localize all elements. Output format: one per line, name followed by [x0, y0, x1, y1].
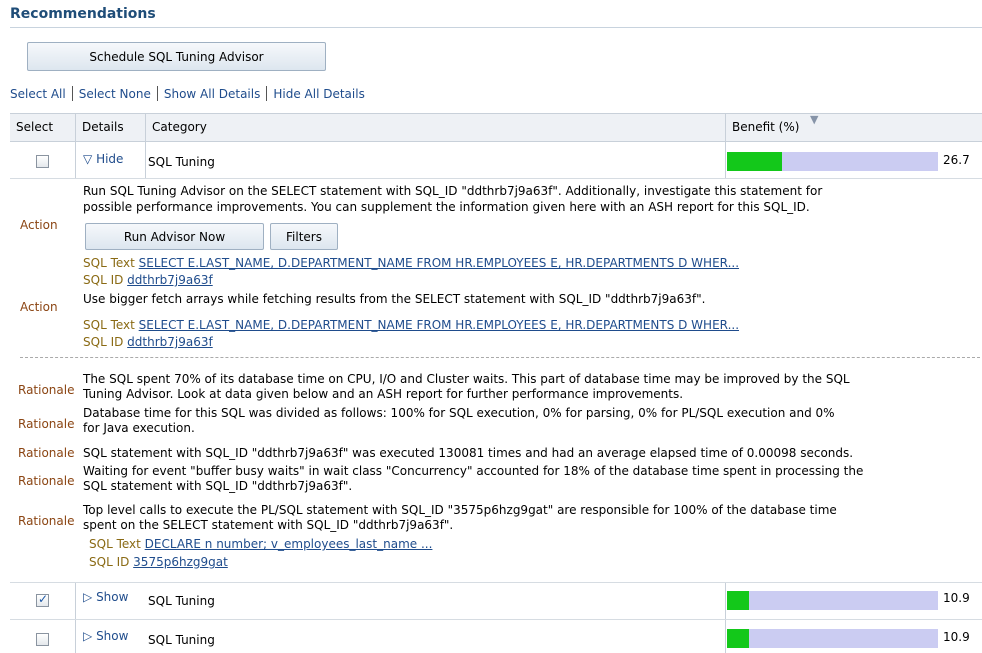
selection-links: Select All Select None Show All Details Hid…	[10, 86, 365, 101]
benefit-bar	[727, 152, 938, 171]
column-header-select[interactable]: Select	[10, 114, 76, 141]
section-title: Recommendations	[10, 6, 156, 22]
rationale-text: spent on the SELECT statement with SQL_I…	[83, 518, 454, 532]
rationale-text: The SQL spent 70% of its database time o…	[83, 372, 850, 386]
show-details-link: Show	[96, 629, 129, 643]
rationale-text: Waiting for event "buffer busy waits" in…	[83, 464, 864, 478]
benefit-bar-fill	[727, 629, 749, 648]
rationale-text: Top level calls to execute the PL/SQL st…	[83, 503, 837, 517]
divider	[145, 142, 146, 178]
rationale-text: SQL statement with SQL_ID "ddthrb7j9a63f…	[83, 479, 353, 493]
divider	[10, 582, 982, 583]
sql-id-row: SQL ID 3575p6hzg9gat	[89, 555, 228, 570]
details-toggle[interactable]: ▷ Show	[83, 590, 128, 604]
category-cell: SQL Tuning	[148, 633, 215, 647]
divider	[71, 86, 73, 101]
rationale-label: Rationale	[18, 514, 75, 528]
category-cell: SQL Tuning	[148, 594, 215, 608]
column-header-details[interactable]: Details	[76, 114, 146, 141]
expanded-arrow-icon: ▽	[83, 152, 93, 166]
details-toggle[interactable]: ▽ Hide	[83, 152, 123, 166]
sql-text-link[interactable]: SELECT E.LAST_NAME, D.DEPARTMENT_NAME FR…	[139, 318, 739, 332]
divider	[10, 178, 982, 179]
details-toggle[interactable]: ▷ Show	[83, 629, 128, 643]
rationale-label: Rationale	[18, 383, 75, 397]
sql-id-link[interactable]: 3575p6hzg9gat	[133, 555, 228, 569]
benefit-value: 10.9	[943, 630, 970, 644]
show-all-details-link[interactable]: Show All Details	[164, 87, 261, 101]
divider	[725, 583, 726, 653]
collapsed-arrow-icon: ▷	[83, 590, 93, 604]
run-advisor-now-button[interactable]: Run Advisor Now	[85, 223, 264, 250]
benefit-value: 10.9	[943, 591, 970, 605]
divider	[75, 583, 76, 653]
sql-text-link[interactable]: SELECT E.LAST_NAME, D.DEPARTMENT_NAME FR…	[139, 256, 739, 270]
rationale-label: Rationale	[18, 474, 75, 488]
row-select-checkbox[interactable]	[36, 592, 49, 607]
divider	[725, 142, 726, 178]
row-select-checkbox[interactable]	[36, 155, 49, 168]
table-header: Select Details Category Benefit (%) ▼	[10, 113, 982, 142]
divider	[75, 142, 76, 178]
sort-descending-icon: ▼	[810, 113, 819, 126]
sql-text-row: SQL Text SELECT E.LAST_NAME, D.DEPARTMEN…	[83, 256, 739, 271]
sql-id-row: SQL ID ddthrb7j9a63f	[83, 335, 213, 350]
column-header-benefit-label: Benefit (%)	[732, 120, 800, 134]
action-text: Use bigger fetch arrays while fetching r…	[83, 292, 706, 306]
sql-text-label: SQL Text	[89, 537, 141, 551]
divider	[10, 619, 982, 620]
sql-id-link[interactable]: ddthrb7j9a63f	[127, 273, 213, 287]
column-header-category[interactable]: Category	[146, 114, 726, 141]
sql-text-link[interactable]: DECLARE n number; v_employees_last_name …	[145, 537, 433, 551]
hide-all-details-link[interactable]: Hide All Details	[273, 87, 364, 101]
sql-text-label: SQL Text	[83, 318, 135, 332]
select-all-link[interactable]: Select All	[10, 87, 66, 101]
hide-details-link: Hide	[96, 152, 124, 166]
collapsed-arrow-icon: ▷	[83, 629, 93, 643]
divider	[20, 357, 980, 358]
sql-text-row: SQL Text DECLARE n number; v_employees_l…	[89, 537, 432, 552]
action-text: possible performance improvements. You c…	[83, 200, 810, 214]
divider	[156, 86, 158, 101]
sql-text-label: SQL Text	[83, 256, 135, 270]
schedule-sql-tuning-advisor-button[interactable]: Schedule SQL Tuning Advisor	[27, 42, 326, 71]
benefit-bar	[727, 591, 938, 610]
sql-id-label: SQL ID	[83, 335, 124, 349]
action-text: Run SQL Tuning Advisor on the SELECT sta…	[83, 184, 823, 198]
benefit-value: 26.7	[943, 153, 970, 167]
sql-id-label: SQL ID	[83, 273, 124, 287]
benefit-bar-fill	[727, 591, 749, 610]
rationale-text: Tuning Advisor. Look at data given below…	[83, 387, 684, 401]
section-header: Recommendations	[10, 4, 982, 28]
rationale-label: Rationale	[18, 417, 75, 431]
select-none-link[interactable]: Select None	[79, 87, 151, 101]
sql-text-row: SQL Text SELECT E.LAST_NAME, D.DEPARTMEN…	[83, 318, 739, 333]
rationale-label: Rationale	[18, 446, 75, 460]
benefit-bar	[727, 629, 938, 648]
category-cell: SQL Tuning	[148, 155, 215, 169]
benefit-bar-fill	[727, 152, 782, 171]
sql-id-link[interactable]: ddthrb7j9a63f	[127, 335, 213, 349]
column-header-benefit[interactable]: Benefit (%) ▼	[726, 113, 982, 141]
action-label: Action	[20, 300, 58, 314]
rationale-text: Database time for this SQL was divided a…	[83, 406, 835, 420]
rationale-text: for Java execution.	[83, 421, 195, 435]
rationale-text: SQL statement with SQL_ID "ddthrb7j9a63f…	[83, 446, 854, 460]
row-select-checkbox[interactable]	[36, 633, 49, 646]
filters-button[interactable]: Filters	[270, 223, 338, 250]
sql-id-label: SQL ID	[89, 555, 130, 569]
sql-id-row: SQL ID ddthrb7j9a63f	[83, 273, 213, 288]
divider	[266, 86, 268, 101]
show-details-link: Show	[96, 590, 129, 604]
action-label: Action	[20, 218, 58, 232]
